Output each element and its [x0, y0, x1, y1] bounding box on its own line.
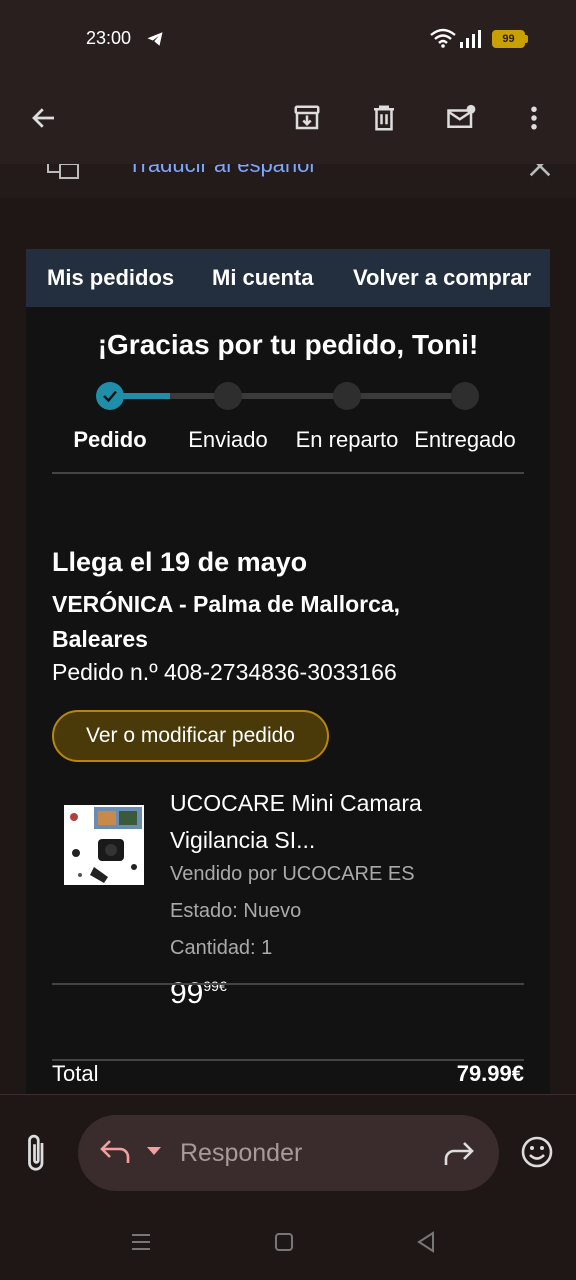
- thank-you-heading: ¡Gracias por tu pedido, Toni!: [97, 329, 479, 360]
- product-quantity: Cantidad: 1: [170, 937, 273, 959]
- order-number: Pedido n.º 408-2734836-3033166: [52, 659, 397, 685]
- step-dot-out-for-delivery: [333, 382, 361, 410]
- product-condition: Estado: Nuevo: [170, 900, 302, 922]
- archive-button[interactable]: [283, 94, 331, 142]
- more-options-button[interactable]: [510, 94, 558, 142]
- check-icon: [103, 390, 117, 403]
- camera-product-thumbnail: [64, 805, 144, 885]
- reply-bar: Responder: [0, 1094, 576, 1204]
- total-value: 79.99€: [456, 1061, 524, 1086]
- mark-unread-button[interactable]: [437, 94, 485, 142]
- translate-icon: [47, 164, 79, 179]
- close-icon[interactable]: [526, 164, 554, 180]
- reply-icon[interactable]: [98, 1137, 132, 1167]
- product-title-link[interactable]: UCOCARE Mini Camara Vigilancia SI...: [170, 785, 490, 859]
- step-dot-delivered: [451, 382, 479, 410]
- delete-button[interactable]: [360, 94, 408, 142]
- translate-link[interactable]: Traducir al español: [128, 164, 314, 178]
- amazon-nav-bar: Mis pedidos Mi cuenta Volver a comprar: [26, 249, 550, 307]
- mail-unread-icon: [447, 104, 476, 128]
- battery-indicator: 99: [492, 30, 528, 48]
- wifi-icon: [430, 28, 456, 48]
- home-icon[interactable]: [272, 1230, 296, 1254]
- total-label: Total: [52, 1061, 99, 1086]
- chevron-down-icon[interactable]: [146, 1145, 162, 1157]
- order-email-card: Mis pedidos Mi cuenta Volver a comprar ¡…: [26, 249, 550, 1094]
- nav-buy-again-link[interactable]: Volver a comprar: [353, 265, 531, 291]
- back-button[interactable]: [20, 94, 68, 142]
- reply-input-pill[interactable]: Responder: [78, 1115, 499, 1191]
- telegram-icon: [147, 32, 163, 46]
- status-time: 23:00: [86, 28, 132, 48]
- product-image[interactable]: [64, 805, 144, 885]
- translate-bar: Traducir al español: [0, 164, 576, 198]
- price-decimals: 99€: [203, 978, 227, 994]
- step-dot-ordered: [96, 382, 124, 410]
- email-toolbar: [0, 78, 576, 164]
- price-integer: 99: [170, 977, 204, 1010]
- status-bar: 23:00 99: [0, 0, 576, 78]
- emoji-icon[interactable]: [520, 1135, 554, 1169]
- order-progress-tracker: Pedido Enviado En reparto Entregado: [26, 375, 550, 455]
- step-label-delivered: Entregado: [414, 427, 516, 452]
- view-modify-order-button[interactable]: Ver o modificar pedido: [52, 710, 329, 762]
- reply-input[interactable]: Responder: [180, 1139, 302, 1168]
- back-nav-icon[interactable]: [414, 1230, 438, 1254]
- divider: [52, 472, 524, 474]
- step-label-ordered: Pedido: [73, 427, 147, 452]
- product-seller: Vendido por UCOCARE ES: [170, 863, 415, 885]
- nav-my-account-link[interactable]: Mi cuenta: [212, 265, 313, 291]
- email-body: Mis pedidos Mi cuenta Volver a comprar ¡…: [0, 198, 576, 1094]
- battery-level: 99: [502, 33, 515, 45]
- forward-icon[interactable]: [442, 1139, 476, 1167]
- step-label-shipped: Enviado: [188, 427, 268, 452]
- arrow-left-icon: [32, 108, 54, 128]
- divider: [52, 983, 524, 985]
- archive-icon: [294, 105, 320, 130]
- shipping-address: VERÓNICA - Palma de Mallorca, Baleares: [52, 591, 401, 652]
- system-navigation-bar: [0, 1204, 576, 1280]
- more-vert-icon: [531, 106, 537, 130]
- progress-track-remaining: [170, 393, 454, 399]
- paperclip-icon[interactable]: [22, 1133, 52, 1173]
- step-label-out-for-delivery: En reparto: [295, 427, 399, 452]
- signal-icon: [460, 30, 481, 48]
- trash-icon: [374, 105, 394, 131]
- recents-icon[interactable]: [129, 1230, 153, 1254]
- arrival-date: Llega el 19 de mayo: [52, 547, 308, 577]
- divider: [52, 1059, 524, 1061]
- nav-my-orders-link[interactable]: Mis pedidos: [47, 265, 174, 291]
- step-dot-shipped: [214, 382, 242, 410]
